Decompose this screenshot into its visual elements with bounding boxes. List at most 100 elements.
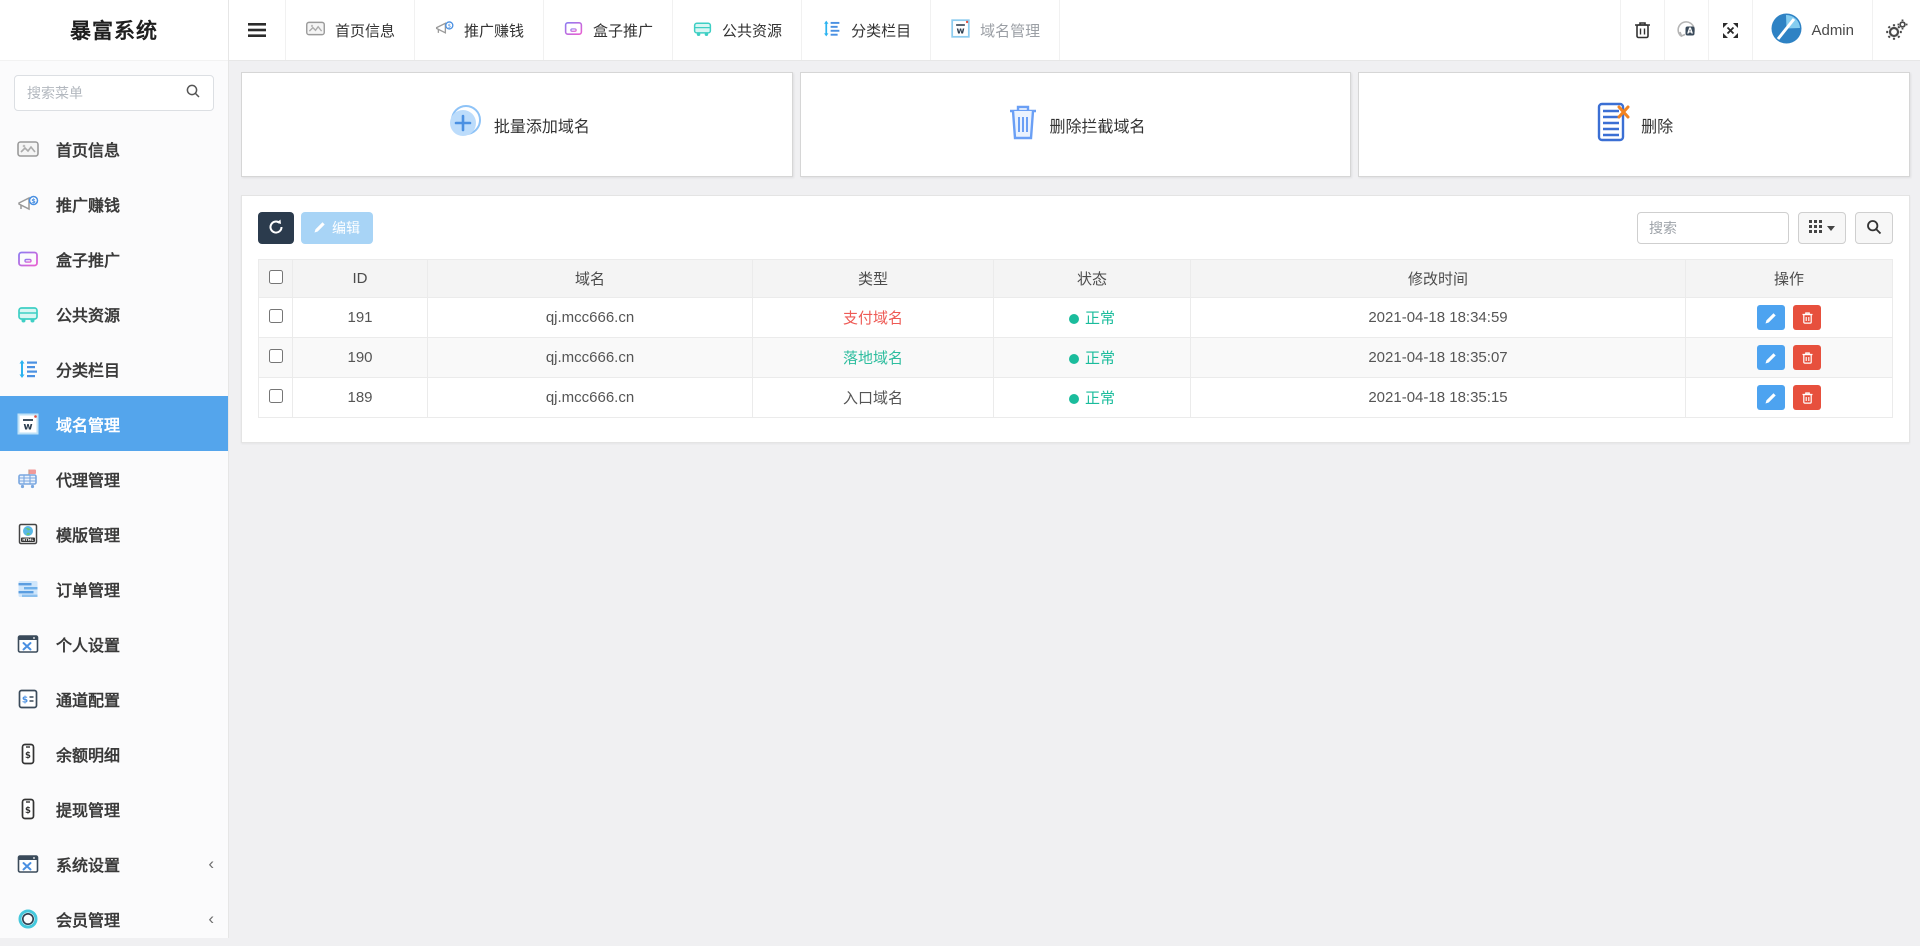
tab-label: 域名管理 [980,22,1041,40]
refresh-button[interactable] [258,212,294,244]
window-tools-icon [15,851,41,877]
table-search-input[interactable] [1637,212,1789,244]
table-panel: 编辑 ID [241,195,1910,443]
tab-public-resources[interactable]: 公共资源 [673,0,803,60]
cell-time: 2021-04-18 18:35:07 [1190,337,1686,378]
row-checkbox[interactable] [268,348,283,363]
sidebar-item-label: 公共资源 [56,307,121,325]
tab-promote-earn[interactable]: $ 推广赚钱 [415,0,545,60]
sidebar-item-label: 首页信息 [56,142,121,160]
sidebar-search[interactable] [14,75,214,111]
sidebar-item-balance-details[interactable]: $ 余额明细 [0,726,228,781]
phone-dollar-icon: $ [15,741,41,767]
sidebar-item-withdrawal-management[interactable]: $ 提现管理 [0,781,228,836]
cell-type: 入口域名 [752,377,994,418]
sidebar-item-home-info[interactable]: 首页信息 [0,121,228,176]
megaphone-money-icon: $ [434,18,455,43]
tab-domain-management[interactable]: w 域名管理 [931,0,1061,60]
refresh-icon [268,219,284,238]
status-badge: 正常 [1084,350,1115,367]
domain-w-icon: w [15,411,41,437]
pencil-icon [314,220,326,236]
delete-blocked-domain-card[interactable]: 删除拦截域名 [799,72,1352,177]
cell-status: 正常 [993,337,1191,378]
table-toolbar: 编辑 [258,212,1893,244]
row-delete-button[interactable] [1793,345,1822,370]
column-header-type: 类型 [752,259,994,298]
tab-label: 盒子推广 [593,22,654,40]
sidebar-item-channel-config[interactable]: $ 通道配置 [0,671,228,726]
tab-label: 公共资源 [722,22,783,40]
row-checkbox[interactable] [268,388,283,403]
user-menu[interactable]: Admin [1752,0,1872,60]
card-label: 删除 [1641,118,1674,136]
tab-box-promote[interactable]: 盒子推广 [544,0,674,60]
template-html-icon: HTML [15,521,41,547]
sidebar-item-label: 会员管理 [56,912,121,930]
sidebar-item-label: 提现管理 [56,802,121,820]
sidebar-item-categories[interactable]: 分类栏目 [0,341,228,396]
tab-bar: 首页信息 $ 推广赚钱 盒子推广 公共资源 分类栏目 w 域名管理 [285,0,1061,60]
status-badge: 正常 [1084,390,1115,407]
sidebar-item-box-promote[interactable]: 盒子推广 [0,231,228,286]
columns-toggle-button[interactable] [1798,212,1846,244]
cell-id: 190 [292,337,428,378]
chevron-left-icon: ‹ [208,908,214,928]
trash-icon[interactable] [1620,0,1664,60]
phone-dollar-icon: $ [15,796,41,822]
cell-id: 191 [292,297,428,338]
edit-button[interactable]: 编辑 [301,212,373,244]
sidebar-item-domain-management[interactable]: w 域名管理 [0,396,228,451]
home-info-icon [15,136,41,162]
edit-button-label: 编辑 [332,220,360,236]
sidebar-item-label: 域名管理 [56,417,121,435]
table-header-row: ID 域名 类型 状态 修改时间 操作 [258,259,1893,298]
tab-home-info[interactable]: 首页信息 [285,0,416,60]
row-delete-button[interactable] [1793,305,1822,330]
sidebar-item-label: 盒子推广 [56,252,121,270]
domain-w-icon: w [950,18,971,43]
search-icon [1866,219,1882,238]
batch-add-domain-card[interactable]: 批量添加域名 [241,72,793,177]
row-edit-button[interactable] [1756,305,1785,330]
select-all-checkbox[interactable] [268,269,283,284]
fullscreen-icon[interactable] [1708,0,1752,60]
row-checkbox[interactable] [268,308,283,323]
sidebar-search-input[interactable] [27,85,185,101]
hamburger-menu-icon[interactable] [229,0,285,60]
gears-icon[interactable] [1872,0,1920,60]
sidebar-item-order-management[interactable]: 订单管理 [0,561,228,616]
column-header-actions: 操作 [1685,259,1893,298]
row-edit-button[interactable] [1756,345,1785,370]
grid-columns-icon [1809,220,1822,236]
bus-icon [692,18,713,43]
cell-status: 正常 [993,297,1191,338]
sidebar-item-public-resources[interactable]: 公共资源 [0,286,228,341]
tab-label: 首页信息 [335,22,396,40]
sidebar-item-promote-earn[interactable]: $ 推广赚钱 [0,176,228,231]
table-search-button[interactable] [1855,212,1893,244]
bus-icon [15,301,41,327]
sidebar-item-agent-management[interactable]: 代理管理 [0,451,228,506]
column-header-time: 修改时间 [1190,259,1686,298]
sidebar-item-label: 订单管理 [56,582,121,600]
cell-type: 支付域名 [752,297,994,338]
member-ring-icon [15,906,41,932]
sort-list-icon [15,356,41,382]
svg-text:A: A [1687,27,1693,36]
svg-text:HTML: HTML [22,538,34,542]
topbar: 首页信息 $ 推广赚钱 盒子推广 公共资源 分类栏目 w 域名管理 A Admi… [229,0,1920,61]
tab-categories[interactable]: 分类栏目 [802,0,932,60]
row-edit-button[interactable] [1756,385,1785,410]
delete-card[interactable]: 删除 [1358,72,1911,177]
sidebar-item-system-settings[interactable]: 系统设置 ‹ [0,836,228,891]
domains-table: ID 域名 类型 状态 修改时间 操作 191 qj.mcc666.cn 支付域… [258,259,1893,418]
svg-text:$: $ [448,23,452,29]
sidebar-item-personal-settings[interactable]: 个人设置 [0,616,228,671]
row-delete-button[interactable] [1793,385,1822,410]
sidebar-item-template-management[interactable]: HTML 模版管理 [0,506,228,561]
clear-cache-icon[interactable]: A [1664,0,1708,60]
status-dot [1068,314,1079,324]
svg-text:w: w [957,26,965,36]
status-dot [1068,394,1079,404]
